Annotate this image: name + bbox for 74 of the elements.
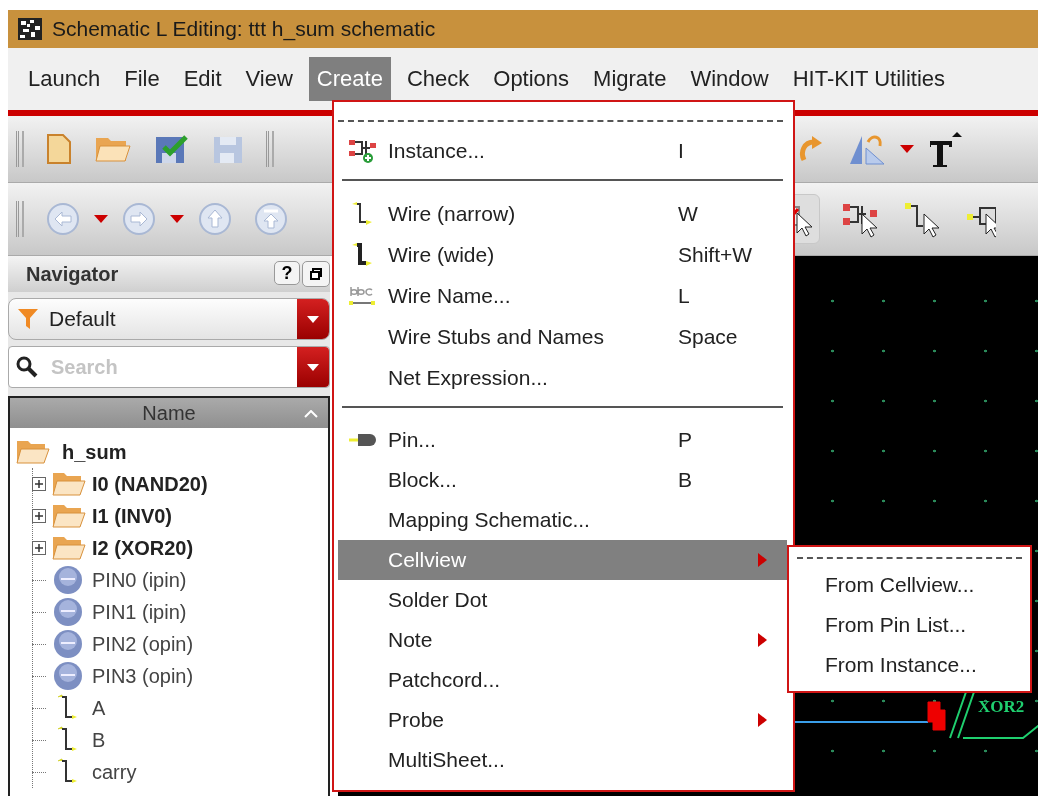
- tree-item[interactable]: PIN1 (ipin): [92, 600, 187, 624]
- toolbar-grip[interactable]: [16, 131, 24, 167]
- menu-item[interactable]: Wire (wide) Shift+W: [338, 234, 787, 275]
- folder-icon: [52, 534, 86, 562]
- menu-item[interactable]: From Instance...: [789, 645, 1030, 685]
- tree-item[interactable]: B: [92, 728, 106, 752]
- menu-bar-item[interactable]: Options: [485, 57, 578, 101]
- menu-item[interactable]: Net Expression...: [338, 357, 787, 398]
- menu-item[interactable]: Probe: [338, 700, 787, 740]
- save-icon[interactable]: [154, 133, 190, 165]
- filter-icon: [17, 307, 39, 331]
- menu-item[interactable]: Cellview: [338, 540, 787, 580]
- menu-bar-item[interactable]: Migrate: [585, 57, 675, 101]
- search-icon: [16, 356, 38, 378]
- window-title: Schematic L Editing: ttt h_sum schematic: [52, 17, 436, 41]
- filter-dropdown[interactable]: Default: [8, 298, 330, 340]
- caret-icon[interactable]: [170, 215, 184, 223]
- toolbar-grip[interactable]: [16, 201, 24, 237]
- expand-icon[interactable]: [32, 477, 46, 491]
- instance-icon: [348, 137, 378, 164]
- menu-bar-item[interactable]: HIT-KIT Utilities: [784, 57, 954, 101]
- menu-item[interactable]: Block... B: [338, 460, 787, 500]
- menu-bar-item[interactable]: File: [116, 57, 168, 101]
- sort-icon: [304, 410, 318, 418]
- search-field[interactable]: Search: [8, 346, 330, 388]
- menu-item[interactable]: From Pin List...: [789, 605, 1030, 645]
- menu-item[interactable]: Note: [338, 620, 787, 660]
- help-button[interactable]: ?: [274, 261, 300, 285]
- column-header[interactable]: Name: [10, 398, 328, 428]
- menu-bar-item[interactable]: Launch: [20, 57, 109, 101]
- tree-item[interactable]: PIN0 (ipin): [92, 568, 187, 592]
- folder-icon: [16, 438, 50, 466]
- restore-button[interactable]: [302, 261, 330, 287]
- tree-item[interactable]: A: [92, 696, 106, 720]
- submenu-arrow-icon: [758, 553, 767, 567]
- toolbar-grip[interactable]: [266, 131, 274, 167]
- restore-icon: [310, 268, 322, 280]
- menu-item[interactable]: Mapping Schematic...: [338, 500, 787, 540]
- menu-item[interactable]: Wire Name... L: [338, 275, 787, 316]
- panel-title: Navigator: [26, 262, 119, 286]
- menu-bar-item[interactable]: Edit: [175, 57, 230, 101]
- folder-icon: [52, 470, 86, 498]
- tree-item[interactable]: h_sum: [62, 440, 127, 464]
- tree-item[interactable]: I2 (XOR20): [92, 536, 194, 560]
- caret-icon[interactable]: [94, 215, 108, 223]
- menu-bar-item[interactable]: Check: [398, 57, 478, 101]
- text-size-icon[interactable]: [928, 131, 962, 167]
- menu-item[interactable]: Solder Dot: [338, 580, 787, 620]
- new-file-icon[interactable]: [46, 133, 72, 165]
- tree-item[interactable]: I0 (NAND20): [92, 472, 208, 496]
- tree-item[interactable]: I1 (INV0): [92, 504, 173, 528]
- tree-item[interactable]: PIN2 (opin): [92, 632, 194, 656]
- menu-item[interactable]: From Cellview...: [789, 565, 1030, 605]
- caret-icon[interactable]: [900, 145, 914, 153]
- dropdown-arrow-icon: [307, 363, 319, 371]
- dropdown-arrow-icon: [307, 315, 319, 323]
- app-icon: [18, 18, 42, 40]
- menu-item[interactable]: Wire Stubs and Names Space: [338, 316, 787, 357]
- menu-item[interactable]: Patchcord...: [338, 660, 787, 700]
- menu-bar-item[interactable]: Create: [308, 57, 391, 101]
- expand-icon[interactable]: [32, 509, 46, 523]
- menu-item[interactable]: Pin... P: [338, 420, 787, 460]
- menu-bar-item[interactable]: View: [237, 57, 301, 101]
- expand-icon[interactable]: [32, 541, 46, 555]
- tree-item[interactable]: PIN3 (opin): [92, 664, 194, 688]
- submenu-arrow-icon: [758, 633, 767, 647]
- pin-marker: [927, 701, 946, 731]
- dropdown-button[interactable]: [297, 347, 329, 387]
- menu-item[interactable]: MultiSheet...: [338, 740, 787, 780]
- gate-label: XOR2: [978, 697, 1025, 716]
- folder-icon: [52, 502, 86, 530]
- submenu-arrow-icon: [758, 713, 767, 727]
- menu-bar-item[interactable]: Window: [682, 57, 777, 101]
- tree-item[interactable]: carry: [92, 760, 137, 784]
